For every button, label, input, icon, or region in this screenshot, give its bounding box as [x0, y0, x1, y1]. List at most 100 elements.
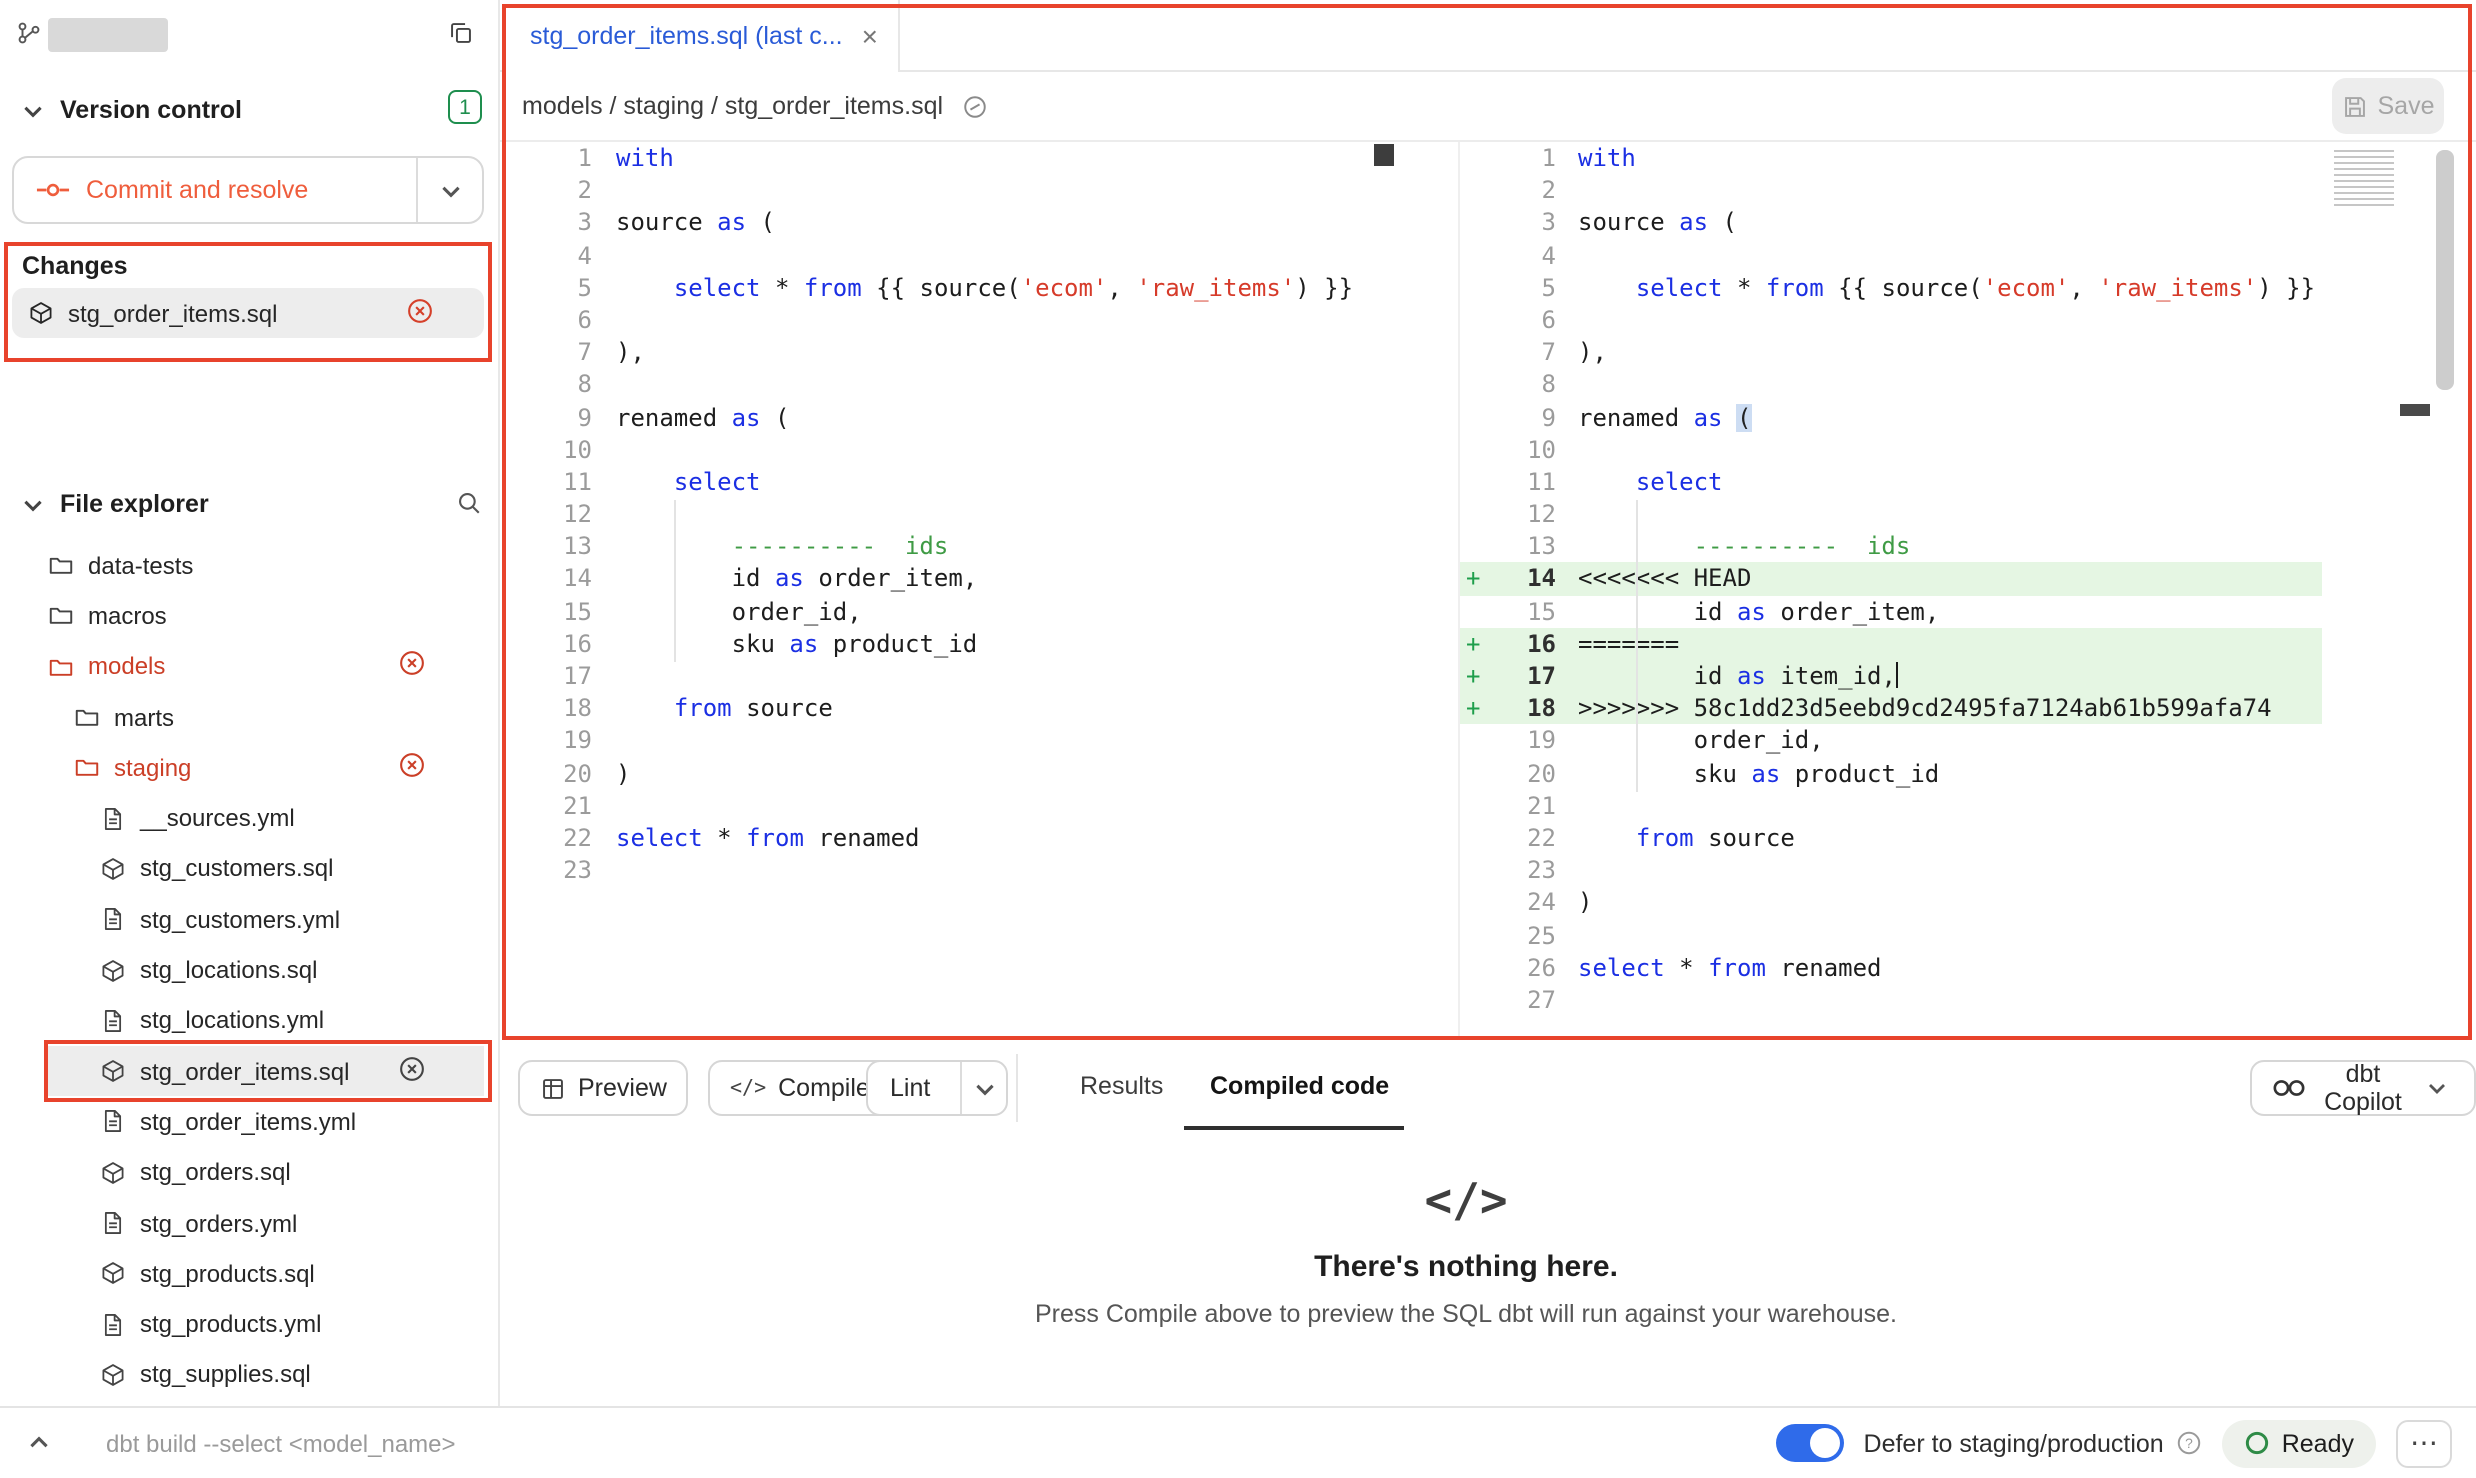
file-item[interactable]: stg_supplies.sql	[0, 1350, 498, 1401]
file-item[interactable]: data-tests	[0, 540, 498, 591]
file-item[interactable]: stg_orders.sql	[0, 1147, 498, 1198]
commit-main[interactable]: Commit and resolve	[14, 176, 416, 204]
code-line[interactable]: 4	[502, 239, 1394, 271]
ready-status-button[interactable]: Ready	[2222, 1419, 2376, 1467]
tab-results[interactable]: Results	[1080, 1072, 1163, 1100]
file-item[interactable]: models	[0, 641, 498, 692]
code-line[interactable]: +16=======	[1460, 628, 2322, 660]
code-line[interactable]: 6	[1460, 304, 2322, 336]
code-line[interactable]: 20)	[502, 757, 1394, 789]
file-item[interactable]: stg_products.yml	[0, 1299, 498, 1350]
code-line[interactable]: 3source as (	[502, 207, 1394, 239]
file-item[interactable]: stg_customers.sql	[0, 844, 498, 895]
tab-stg-order-items[interactable]: stg_order_items.sql (last c... ×	[502, 0, 900, 72]
scrollbar-thumb[interactable]	[2436, 150, 2454, 390]
commit-options-button[interactable]	[416, 158, 482, 222]
file-item[interactable]: stg_customers.yml	[0, 894, 498, 945]
code-line[interactable]: 9renamed as (	[502, 401, 1394, 433]
commit-and-resolve-button[interactable]: Commit and resolve	[12, 156, 484, 224]
code-line[interactable]: 11 select	[1460, 466, 2322, 498]
code-line[interactable]: +17 id as item_id,	[1460, 660, 2322, 692]
file-item[interactable]: stg_locations.yml	[0, 995, 498, 1046]
code-line[interactable]: 26select * from renamed	[1460, 951, 2322, 983]
editor-pane-original[interactable]: 1with23source as (45 select * from {{ so…	[502, 142, 1394, 887]
code-line[interactable]: 11 select	[502, 466, 1394, 498]
code-line[interactable]: 20 sku as product_id	[1460, 757, 2322, 789]
code-line[interactable]: 6	[502, 304, 1394, 336]
code-line[interactable]: +14<<<<<<< HEAD	[1460, 563, 2322, 595]
code-line[interactable]: 21	[502, 790, 1394, 822]
circle-slash-icon[interactable]	[961, 93, 987, 119]
scrollbar-thumb[interactable]	[1374, 144, 1394, 166]
chevron-up-icon[interactable]	[24, 1430, 52, 1456]
code-line[interactable]: 10	[502, 433, 1394, 465]
version-control-header[interactable]: Version control 1	[0, 88, 498, 132]
save-button[interactable]: Save	[2332, 78, 2444, 134]
code-line[interactable]: 8	[1460, 369, 2322, 401]
code-text: ),	[1578, 336, 1607, 368]
code-line[interactable]: 15 order_id,	[502, 595, 1394, 627]
code-line[interactable]: 22select * from renamed	[502, 822, 1394, 854]
file-item[interactable]: marts	[0, 692, 498, 743]
file-item[interactable]: stg_products.sql	[0, 1248, 498, 1299]
code-line[interactable]: 5 select * from {{ source('ecom', 'raw_i…	[502, 272, 1394, 304]
code-line[interactable]: 1with	[502, 142, 1394, 174]
code-line[interactable]: 24)	[1460, 887, 2322, 919]
changes-item[interactable]: stg_order_items.sql	[12, 288, 484, 338]
dbt-copilot-button[interactable]: dbt Copilot	[2250, 1060, 2476, 1116]
file-item[interactable]: stg_order_items.sql	[0, 1046, 498, 1097]
code-line[interactable]: 15 id as order_item,	[1460, 595, 2322, 627]
file-item[interactable]: macros	[0, 591, 498, 642]
tab-compiled-code[interactable]: Compiled code	[1210, 1072, 1389, 1100]
compile-button[interactable]: </> Compile	[708, 1060, 892, 1116]
file-item[interactable]: stg_order_items.yml	[0, 1097, 498, 1148]
file-item[interactable]: stg_locations.sql	[0, 945, 498, 996]
code-line[interactable]: 8	[502, 369, 1394, 401]
code-line[interactable]: 22 from source	[1460, 822, 2322, 854]
code-line[interactable]: 18 from source	[502, 692, 1394, 724]
code-line[interactable]: 9renamed as (	[1460, 401, 2322, 433]
code-line[interactable]: 12	[1460, 498, 2322, 530]
code-line[interactable]: 2	[1460, 174, 2322, 206]
ellipsis-menu-button[interactable]: ⋯	[2396, 1419, 2452, 1467]
editor-pane-modified[interactable]: 1with23source as (45 select * from {{ so…	[1460, 142, 2322, 1016]
file-item[interactable]: stg_orders.yml	[0, 1198, 498, 1249]
code-line[interactable]: 17	[502, 660, 1394, 692]
code-line[interactable]: 7),	[502, 336, 1394, 368]
minimap[interactable]	[2334, 150, 2394, 210]
code-line[interactable]: 3source as (	[1460, 207, 2322, 239]
close-icon[interactable]: ×	[862, 22, 878, 50]
lint-options-button[interactable]	[960, 1062, 1006, 1114]
code-line[interactable]: 4	[1460, 239, 2322, 271]
code-line[interactable]: 19	[502, 725, 1394, 757]
defer-toggle[interactable]	[1776, 1424, 1844, 1462]
copy-icon[interactable]	[448, 20, 474, 46]
code-line[interactable]: 19 order_id,	[1460, 725, 2322, 757]
code-line[interactable]: 2	[502, 174, 1394, 206]
git-branch-icon[interactable]	[16, 20, 42, 46]
code-line[interactable]: 25	[1460, 919, 2322, 951]
code-line[interactable]: 14 id as order_item,	[502, 563, 1394, 595]
code-line[interactable]: 7),	[1460, 336, 2322, 368]
code-line[interactable]: 13 ---------- ids	[1460, 531, 2322, 563]
code-line[interactable]: 12	[502, 498, 1394, 530]
table-icon	[540, 1075, 566, 1101]
search-icon[interactable]	[456, 490, 482, 516]
code-line[interactable]: +18>>>>>>> 58c1dd23d5eebd9cd2495fa7124ab…	[1460, 692, 2322, 724]
file-item[interactable]: __sources.yml	[0, 793, 498, 844]
code-line[interactable]: 16 sku as product_id	[502, 628, 1394, 660]
code-line[interactable]: 21	[1460, 790, 2322, 822]
code-line[interactable]: 1with	[1460, 142, 2322, 174]
code-line[interactable]: 10	[1460, 433, 2322, 465]
file-explorer-header[interactable]: File explorer	[0, 480, 498, 528]
preview-button[interactable]: Preview	[518, 1060, 689, 1116]
code-line[interactable]: 13 ---------- ids	[502, 531, 1394, 563]
code-line[interactable]: 23	[1460, 854, 2322, 886]
code-line[interactable]: 27	[1460, 984, 2322, 1016]
lint-button[interactable]: Lint	[866, 1060, 1008, 1116]
code-line[interactable]: 23	[502, 854, 1394, 886]
file-item[interactable]: staging	[0, 742, 498, 793]
code-line[interactable]: 5 select * from {{ source('ecom', 'raw_i…	[1460, 272, 2322, 304]
command-input[interactable]: dbt build --select <model_name>	[106, 1429, 456, 1457]
help-icon[interactable]: ?	[2176, 1430, 2202, 1456]
